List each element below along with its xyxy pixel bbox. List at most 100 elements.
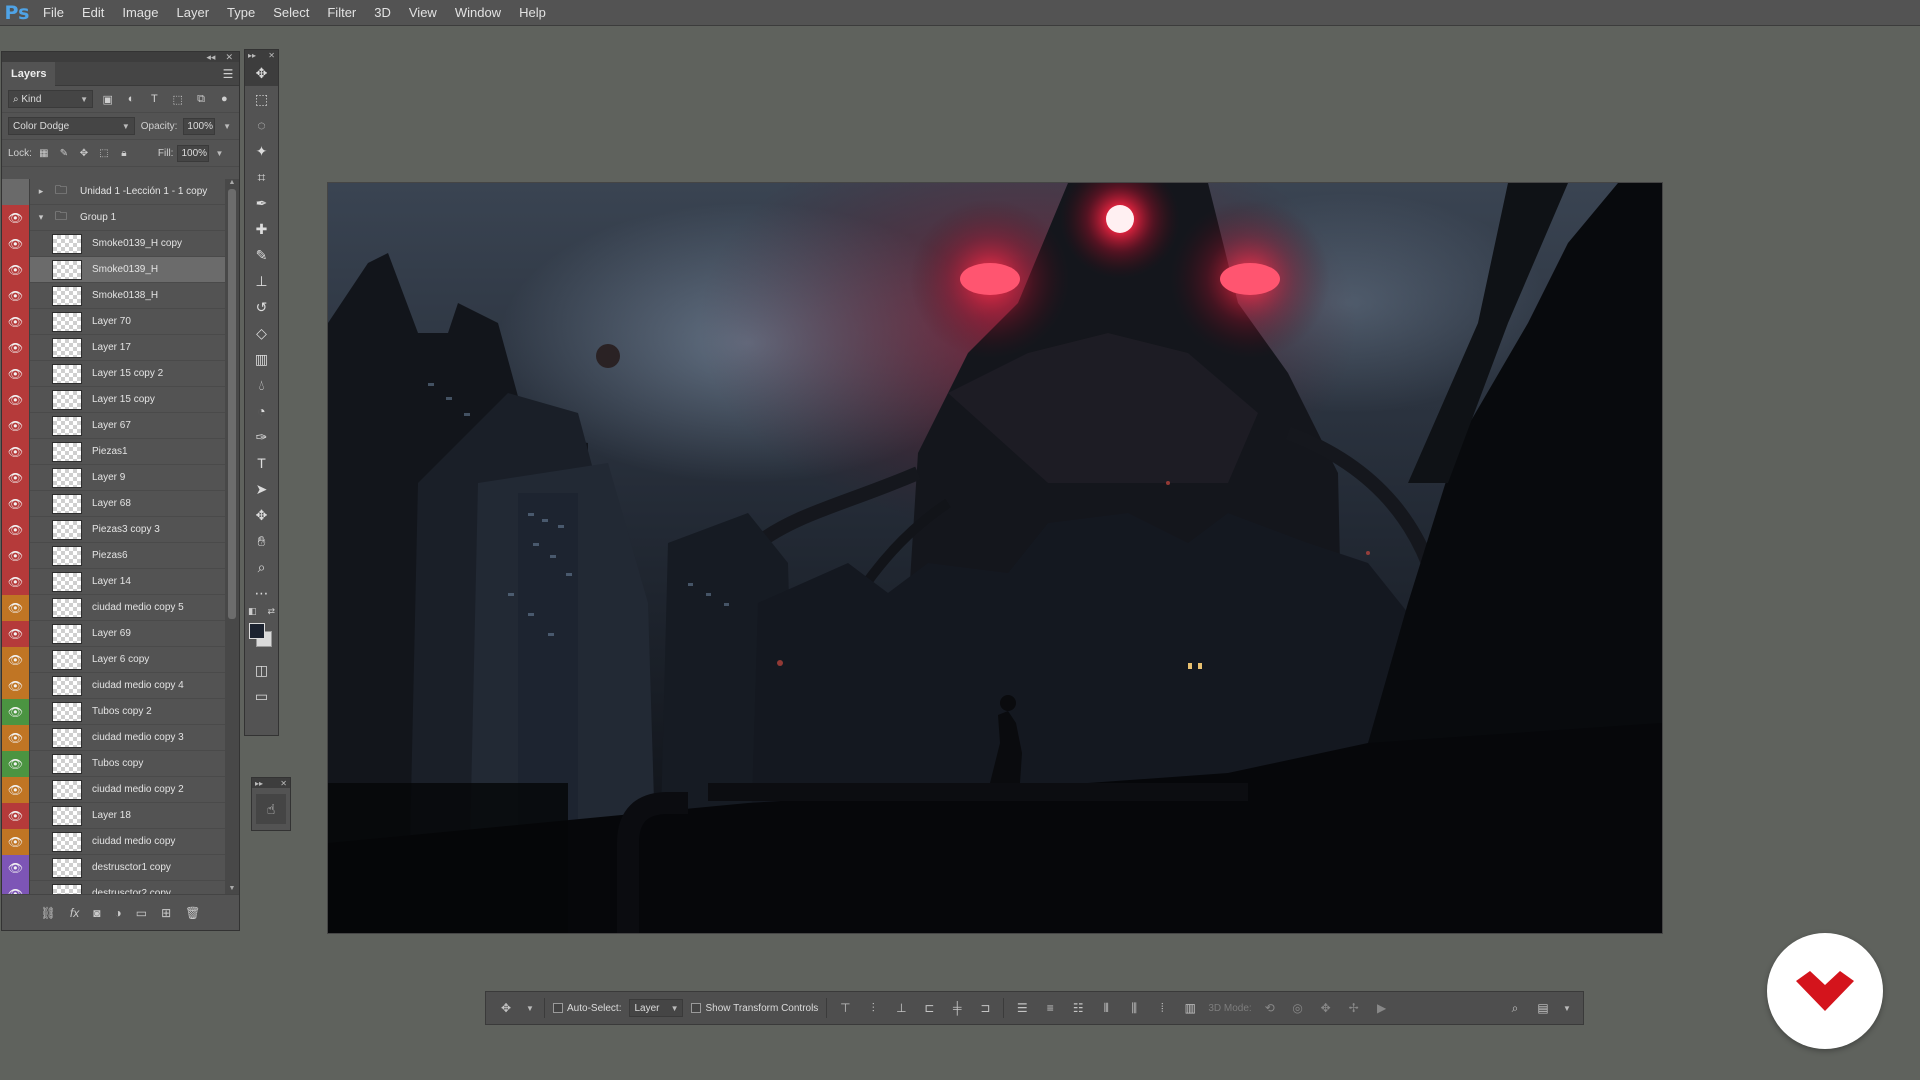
blur-tool-icon[interactable]: 💧︎ [245,372,278,398]
layer-row[interactable]: 👁︎ ciudad medio copy 4 [2,672,226,699]
document-canvas[interactable] [328,183,1662,933]
visibility-eye-icon[interactable]: 👁︎ [2,256,30,283]
layer-group-row[interactable]: ▸ 🗀 Unidad 1 -Lección 1 - 1 copy [2,179,226,205]
scroll-up-icon[interactable]: ▲ [225,179,239,189]
dodge-tool-icon[interactable]: ◔ [245,398,278,424]
visibility-eye-icon[interactable]: 👁︎ [2,594,30,621]
swap-colors-icon[interactable]: ⇄ [267,606,275,617]
distribute-left-icon[interactable]: ⦀ [1096,998,1116,1018]
visibility-eye-icon[interactable]: 👁︎ [2,438,30,465]
fx-icon[interactable]: fx [70,906,79,920]
panel-menu-icon[interactable]: ☰ [217,67,239,81]
layer-row[interactable]: 👁︎ ciudad medio copy 3 [2,724,226,751]
menu-view[interactable]: View [400,0,446,26]
visibility-eye-icon[interactable]: 👁︎ [2,516,30,543]
shape-filter-icon[interactable]: ⬚ [169,90,186,108]
show-transform-box[interactable] [691,1003,702,1013]
close-panel-icon[interactable]: ✕ [225,52,233,63]
menu-select[interactable]: Select [264,0,318,26]
expand-tools-icon[interactable]: ▸▸ [248,51,256,60]
chevron-down-icon[interactable]: ▾ [34,212,48,223]
visibility-eye-icon[interactable]: 👁︎ [2,308,30,335]
align-vertical-center-icon[interactable]: ⫶ [863,998,883,1018]
3d-slide-icon[interactable]: ✢ [1344,998,1364,1018]
layer-row[interactable]: 👁︎ ciudad medio copy 2 [2,776,226,803]
pixel-filter-icon[interactable]: ▣ [99,90,116,108]
distribute-bottom-icon[interactable]: ☷ [1068,998,1088,1018]
new-layer-icon[interactable]: ⊞ [161,906,171,920]
visibility-eye-icon[interactable]: 👁︎ [2,334,30,361]
scroll-thumb[interactable] [228,189,236,619]
layer-row[interactable]: 👁︎ Tubos copy [2,750,226,777]
eyedropper-tool-icon[interactable]: ✒ [245,190,278,216]
adjustment-layer-icon[interactable]: ◑ [114,906,121,920]
visibility-eye-icon[interactable]: 👁︎ [2,230,30,257]
layer-row[interactable]: 👁︎ Layer 14 [2,568,226,595]
touch-gesture-icon[interactable]: ☝ [256,794,286,824]
add-mask-icon[interactable]: ◙ [93,906,100,920]
history-brush-tool-icon[interactable]: ↺ [245,294,278,320]
more-tools-icon[interactable]: ⋯ [245,580,278,606]
lock-all-icon[interactable]: 🔒︎ [116,145,132,161]
layer-row[interactable]: 👁︎ Layer 70 [2,308,226,335]
close-mini-icon[interactable]: ✕ [280,779,287,788]
3d-rotate-icon[interactable]: ⟲ [1260,998,1280,1018]
crop-tool-icon[interactable]: ⌗ [245,164,278,190]
chevron-down-icon[interactable]: ▼ [213,149,225,158]
visibility-eye-icon[interactable]: 👁︎ [2,490,30,517]
close-tools-icon[interactable]: ✕ [268,51,275,60]
layer-row[interactable]: 👁︎ Piezas3 copy 3 [2,516,226,543]
lock-image-icon[interactable]: ✎ [56,145,72,161]
blend-mode-dropdown[interactable]: Color Dodge ▼ [8,117,135,135]
workspace-chevron-icon[interactable]: ▼ [1561,1004,1573,1013]
menu-filter[interactable]: Filter [318,0,365,26]
hand-tool-icon[interactable]: ✋︎ [245,528,278,554]
layer-row[interactable]: 👁︎ Layer 17 [2,334,226,361]
layer-row[interactable]: 👁︎ Tubos copy 2 [2,698,226,725]
pen-tool-icon[interactable]: ✑ [245,424,278,450]
type-filter-icon[interactable]: T [146,90,163,108]
eraser-tool-icon[interactable]: ◇ [245,320,278,346]
collapse-panel-icon[interactable]: ◂◂ [206,52,215,63]
smart-object-filter-icon[interactable]: ⧉ [192,90,209,108]
quick-mask-icon[interactable]: ◫ [245,657,278,683]
lasso-tool-icon[interactable]: ◌ [245,112,278,138]
move-tool-icon[interactable]: ✥ [245,60,278,86]
brush-tool-icon[interactable]: ✎ [245,242,278,268]
screen-mode-icon[interactable]: ▭ [245,683,278,709]
layer-row[interactable]: 👁︎ Layer 67 [2,412,226,439]
distribute-vertical-center-icon[interactable]: ≡ [1040,998,1060,1018]
visibility-eye-icon[interactable]: 👁︎ [2,750,30,777]
adjustment-filter-icon[interactable]: ◐ [122,90,139,108]
new-group-icon[interactable]: ▭ [136,906,147,920]
magic-wand-tool-icon[interactable]: ✦ [245,138,278,164]
distribute-horizontal-center-icon[interactable]: ⫼ [1124,998,1144,1018]
move-tool-icon[interactable]: ✥ [496,998,516,1018]
visibility-eye-icon[interactable]: 👁︎ [2,802,30,829]
marquee-tool-icon[interactable]: ⬚ [245,86,278,112]
distribute-right-icon[interactable]: ⦙ [1152,998,1172,1018]
fill-input[interactable]: 100% [177,144,210,162]
chevron-right-icon[interactable]: ▸ [34,186,48,197]
link-layers-icon[interactable]: ⛓ [41,906,56,920]
layer-row[interactable]: 👁︎ Layer 68 [2,490,226,517]
workspace-icon[interactable]: ▤ [1533,998,1553,1018]
visibility-eye-icon[interactable]: 👁︎ [2,698,30,725]
3d-camera-icon[interactable]: ▶ [1372,998,1392,1018]
shape-tool-icon[interactable]: ✥ [245,502,278,528]
visibility-eye-icon[interactable]: 👁︎ [2,464,30,491]
visibility-eye-icon[interactable]: 👁︎ [2,204,30,231]
3d-roll-icon[interactable]: ◎ [1288,998,1308,1018]
expand-mini-icon[interactable]: ▸▸ [255,779,263,788]
path-selection-tool-icon[interactable]: ➤ [245,476,278,502]
layer-row[interactable]: 👁︎ Piezas6 [2,542,226,569]
filter-kind-dropdown[interactable]: ⌕ Kind ▼ [8,90,94,108]
layer-row[interactable]: 👁︎ Layer 6 copy [2,646,226,673]
layer-row[interactable]: 👁︎ Piezas1 [2,438,226,465]
visibility-eye-icon[interactable]: 👁︎ [2,360,30,387]
menu-window[interactable]: Window [446,0,510,26]
zoom-tool-icon[interactable]: ⌕ [245,554,278,580]
visibility-eye-icon[interactable]: 👁︎ [2,880,30,895]
visibility-eye-icon[interactable]: 👁︎ [2,568,30,595]
type-tool-icon[interactable]: T [245,450,278,476]
